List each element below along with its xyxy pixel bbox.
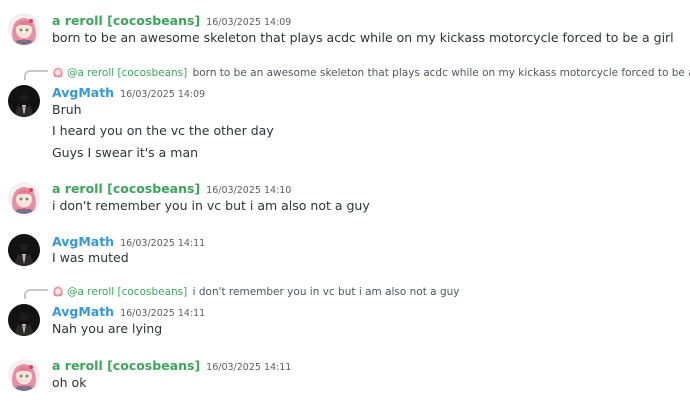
timestamp[interactable]: 16/03/2025 14:11 [120,308,205,319]
message-text: Guys I swear it's a man [52,145,199,160]
avgmath-avatar-icon[interactable] [8,85,40,117]
message-text: Nah you are lying [52,321,163,336]
username[interactable]: a reroll [cocosbeans] [52,13,200,28]
timestamp[interactable]: 16/03/2025 14:09 [206,17,291,28]
chat-log: a reroll [cocosbeans] 16/03/2025 14:09 bo… [0,0,690,404]
avgmath-avatar-icon[interactable] [8,304,40,336]
reply-preview[interactable]: @a reroll [cocosbeans] born to be an awe… [52,65,690,81]
reply-mention[interactable]: @a reroll [cocosbeans] [67,286,187,298]
message-text: I was muted [52,250,129,265]
message-text: i don't remember you in vc but i am also… [52,198,370,213]
message-text: I heard you on the vc the other day [52,123,274,138]
username[interactable]: a reroll [cocosbeans] [52,181,200,196]
message-header: a reroll [cocosbeans] 16/03/2025 14:11 [52,356,291,377]
message-text: Bruh [52,102,82,117]
username[interactable]: AvgMath [52,85,114,100]
reply-spine [24,289,48,299]
timestamp[interactable]: 16/03/2025 14:09 [120,89,205,100]
username[interactable]: a reroll [cocosbeans] [52,358,200,373]
reply-spine [24,70,48,80]
reply-text: i don't remember you in vc but i am also… [192,286,460,298]
timestamp[interactable]: 16/03/2025 14:10 [206,185,291,196]
reroll-avatar-icon[interactable] [8,182,40,214]
reroll-avatar-icon[interactable] [8,359,40,391]
reply-mention[interactable]: @a reroll [cocosbeans] [67,67,187,79]
message-text: oh ok [52,375,87,390]
reroll-avatar-icon[interactable] [8,13,40,45]
timestamp[interactable]: 16/03/2025 14:11 [120,238,205,249]
reroll-mini-avatar-icon [52,285,64,297]
avgmath-avatar-icon[interactable] [8,234,40,266]
reply-preview[interactable]: @a reroll [cocosbeans] i don't remember … [52,284,460,300]
message-text: born to be an awesome skeleton that play… [52,30,674,45]
reply-text: born to be an awesome skeleton that play… [192,67,690,79]
reroll-mini-avatar-icon [52,66,64,78]
username[interactable]: AvgMath [52,234,114,249]
username[interactable]: AvgMath [52,304,114,319]
timestamp[interactable]: 16/03/2025 14:11 [206,362,291,373]
